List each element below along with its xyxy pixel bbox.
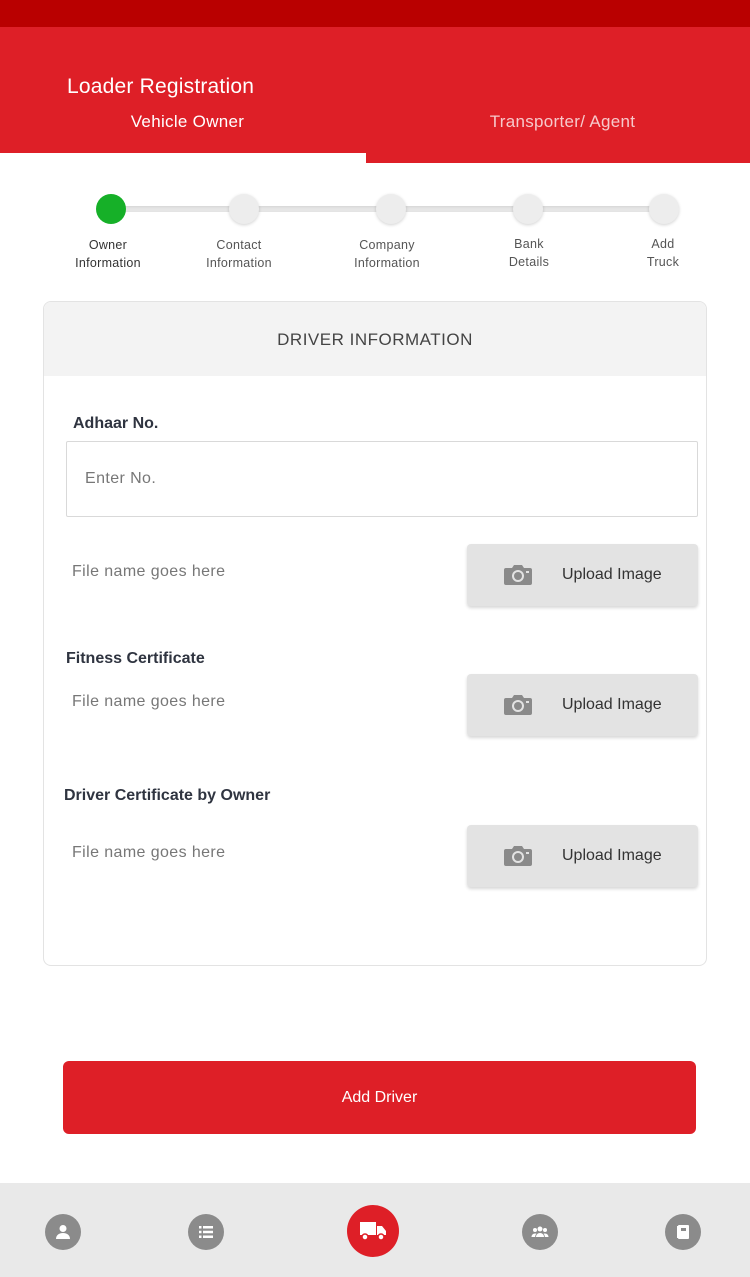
step-dot-company-information[interactable] — [376, 194, 406, 224]
truck-icon — [360, 1222, 386, 1241]
app-header: Loader Registration — [0, 27, 750, 163]
adhaar-label: Adhaar No. — [73, 415, 159, 432]
nav-book[interactable] — [665, 1214, 701, 1250]
book-icon — [677, 1225, 689, 1239]
camera-icon — [504, 695, 532, 715]
step-dot-contact-information[interactable] — [229, 194, 259, 224]
step-dot-bank-details[interactable] — [513, 194, 543, 224]
upload-button-label: Upload Image — [562, 847, 662, 864]
tab-transporter-agent[interactable]: Transporter/ Agent — [375, 112, 750, 136]
fitness-certificate-label: Fitness Certificate — [66, 650, 205, 667]
nav-list[interactable] — [188, 1214, 224, 1250]
card-title: DRIVER INFORMATION — [277, 330, 473, 349]
registration-stepper: Owner Information Contact Information Co… — [0, 163, 750, 283]
fitness-file-name: File name goes here — [72, 693, 226, 710]
step-label-bank-details: Bank Details — [508, 237, 550, 269]
active-tab-indicator — [0, 153, 366, 163]
driver-certificate-file-name: File name goes here — [72, 844, 226, 861]
bottom-navigation — [0, 1183, 750, 1277]
tab-vehicle-owner[interactable]: Vehicle Owner — [0, 112, 375, 136]
step-dot-add-truck[interactable] — [649, 194, 679, 224]
adhaar-upload-button[interactable]: Upload Image — [467, 544, 698, 606]
step-label-owner-information: Owner Information — [75, 238, 141, 270]
camera-icon — [504, 846, 532, 866]
list-icon — [199, 1226, 213, 1238]
upload-button-label: Upload Image — [562, 696, 662, 713]
adhaar-file-name: File name goes here — [72, 563, 226, 580]
driver-certificate-label: Driver Certificate by Owner — [64, 787, 271, 804]
fitness-upload-button[interactable]: Upload Image — [467, 674, 698, 736]
group-icon — [531, 1226, 549, 1237]
nav-truck[interactable] — [347, 1205, 399, 1257]
status-bar — [0, 0, 750, 27]
add-driver-button[interactable]: Add Driver — [63, 1061, 696, 1134]
upload-button-label: Upload Image — [562, 566, 662, 583]
nav-profile[interactable] — [45, 1214, 81, 1250]
step-label-add-truck: Add Truck — [646, 237, 680, 269]
card-header: DRIVER INFORMATION — [44, 302, 706, 376]
driver-certificate-upload-button[interactable]: Upload Image — [467, 825, 698, 887]
page-title: Loader Registration — [67, 75, 255, 98]
person-icon — [56, 1225, 70, 1239]
step-label-company-information: Company Information — [354, 238, 420, 270]
camera-icon — [504, 565, 532, 585]
step-label-contact-information: Contact Information — [206, 238, 272, 270]
nav-group[interactable] — [522, 1214, 558, 1250]
driver-information-card: DRIVER INFORMATION Adhaar No. File name … — [43, 301, 707, 966]
step-dot-owner-information[interactable] — [96, 194, 126, 224]
adhaar-input[interactable] — [66, 441, 698, 517]
